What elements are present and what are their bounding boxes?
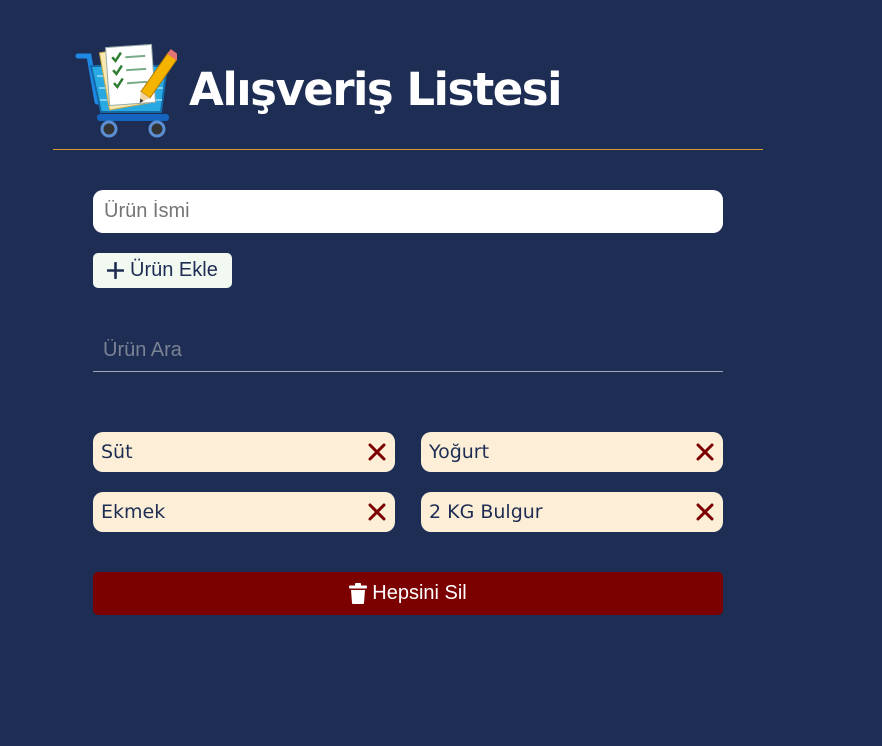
item-label: Ekmek [101,501,166,523]
trash-icon [349,583,368,604]
plus-icon [107,262,124,279]
item-label: 2 KG Bulgur [429,501,543,523]
page-title: Alışveriş Listesi [189,63,563,116]
delete-item-icon[interactable] [367,502,387,522]
clear-all-label: Hepsini Sil [372,582,467,604]
page-header: Alışveriş Listesi [53,36,763,150]
shopping-cart-checklist-icon [75,42,180,142]
list-item: 2 KG Bulgur [421,492,723,532]
list-item: Ekmek [93,492,395,532]
list-item: Süt [93,432,395,472]
item-list: Süt Yoğurt Ekmek 2 KG Bulgur [93,432,723,532]
product-name-input[interactable] [93,190,723,233]
delete-item-icon[interactable] [367,442,387,462]
add-product-label: Ürün Ekle [130,259,218,281]
list-item: Yoğurt [421,432,723,472]
delete-item-icon[interactable] [695,442,715,462]
clear-all-button[interactable]: Hepsini Sil [93,572,723,615]
item-label: Süt [101,441,133,463]
search-input[interactable] [93,330,723,372]
delete-item-icon[interactable] [695,502,715,522]
item-label: Yoğurt [429,441,490,463]
add-product-button[interactable]: Ürün Ekle [93,253,232,288]
